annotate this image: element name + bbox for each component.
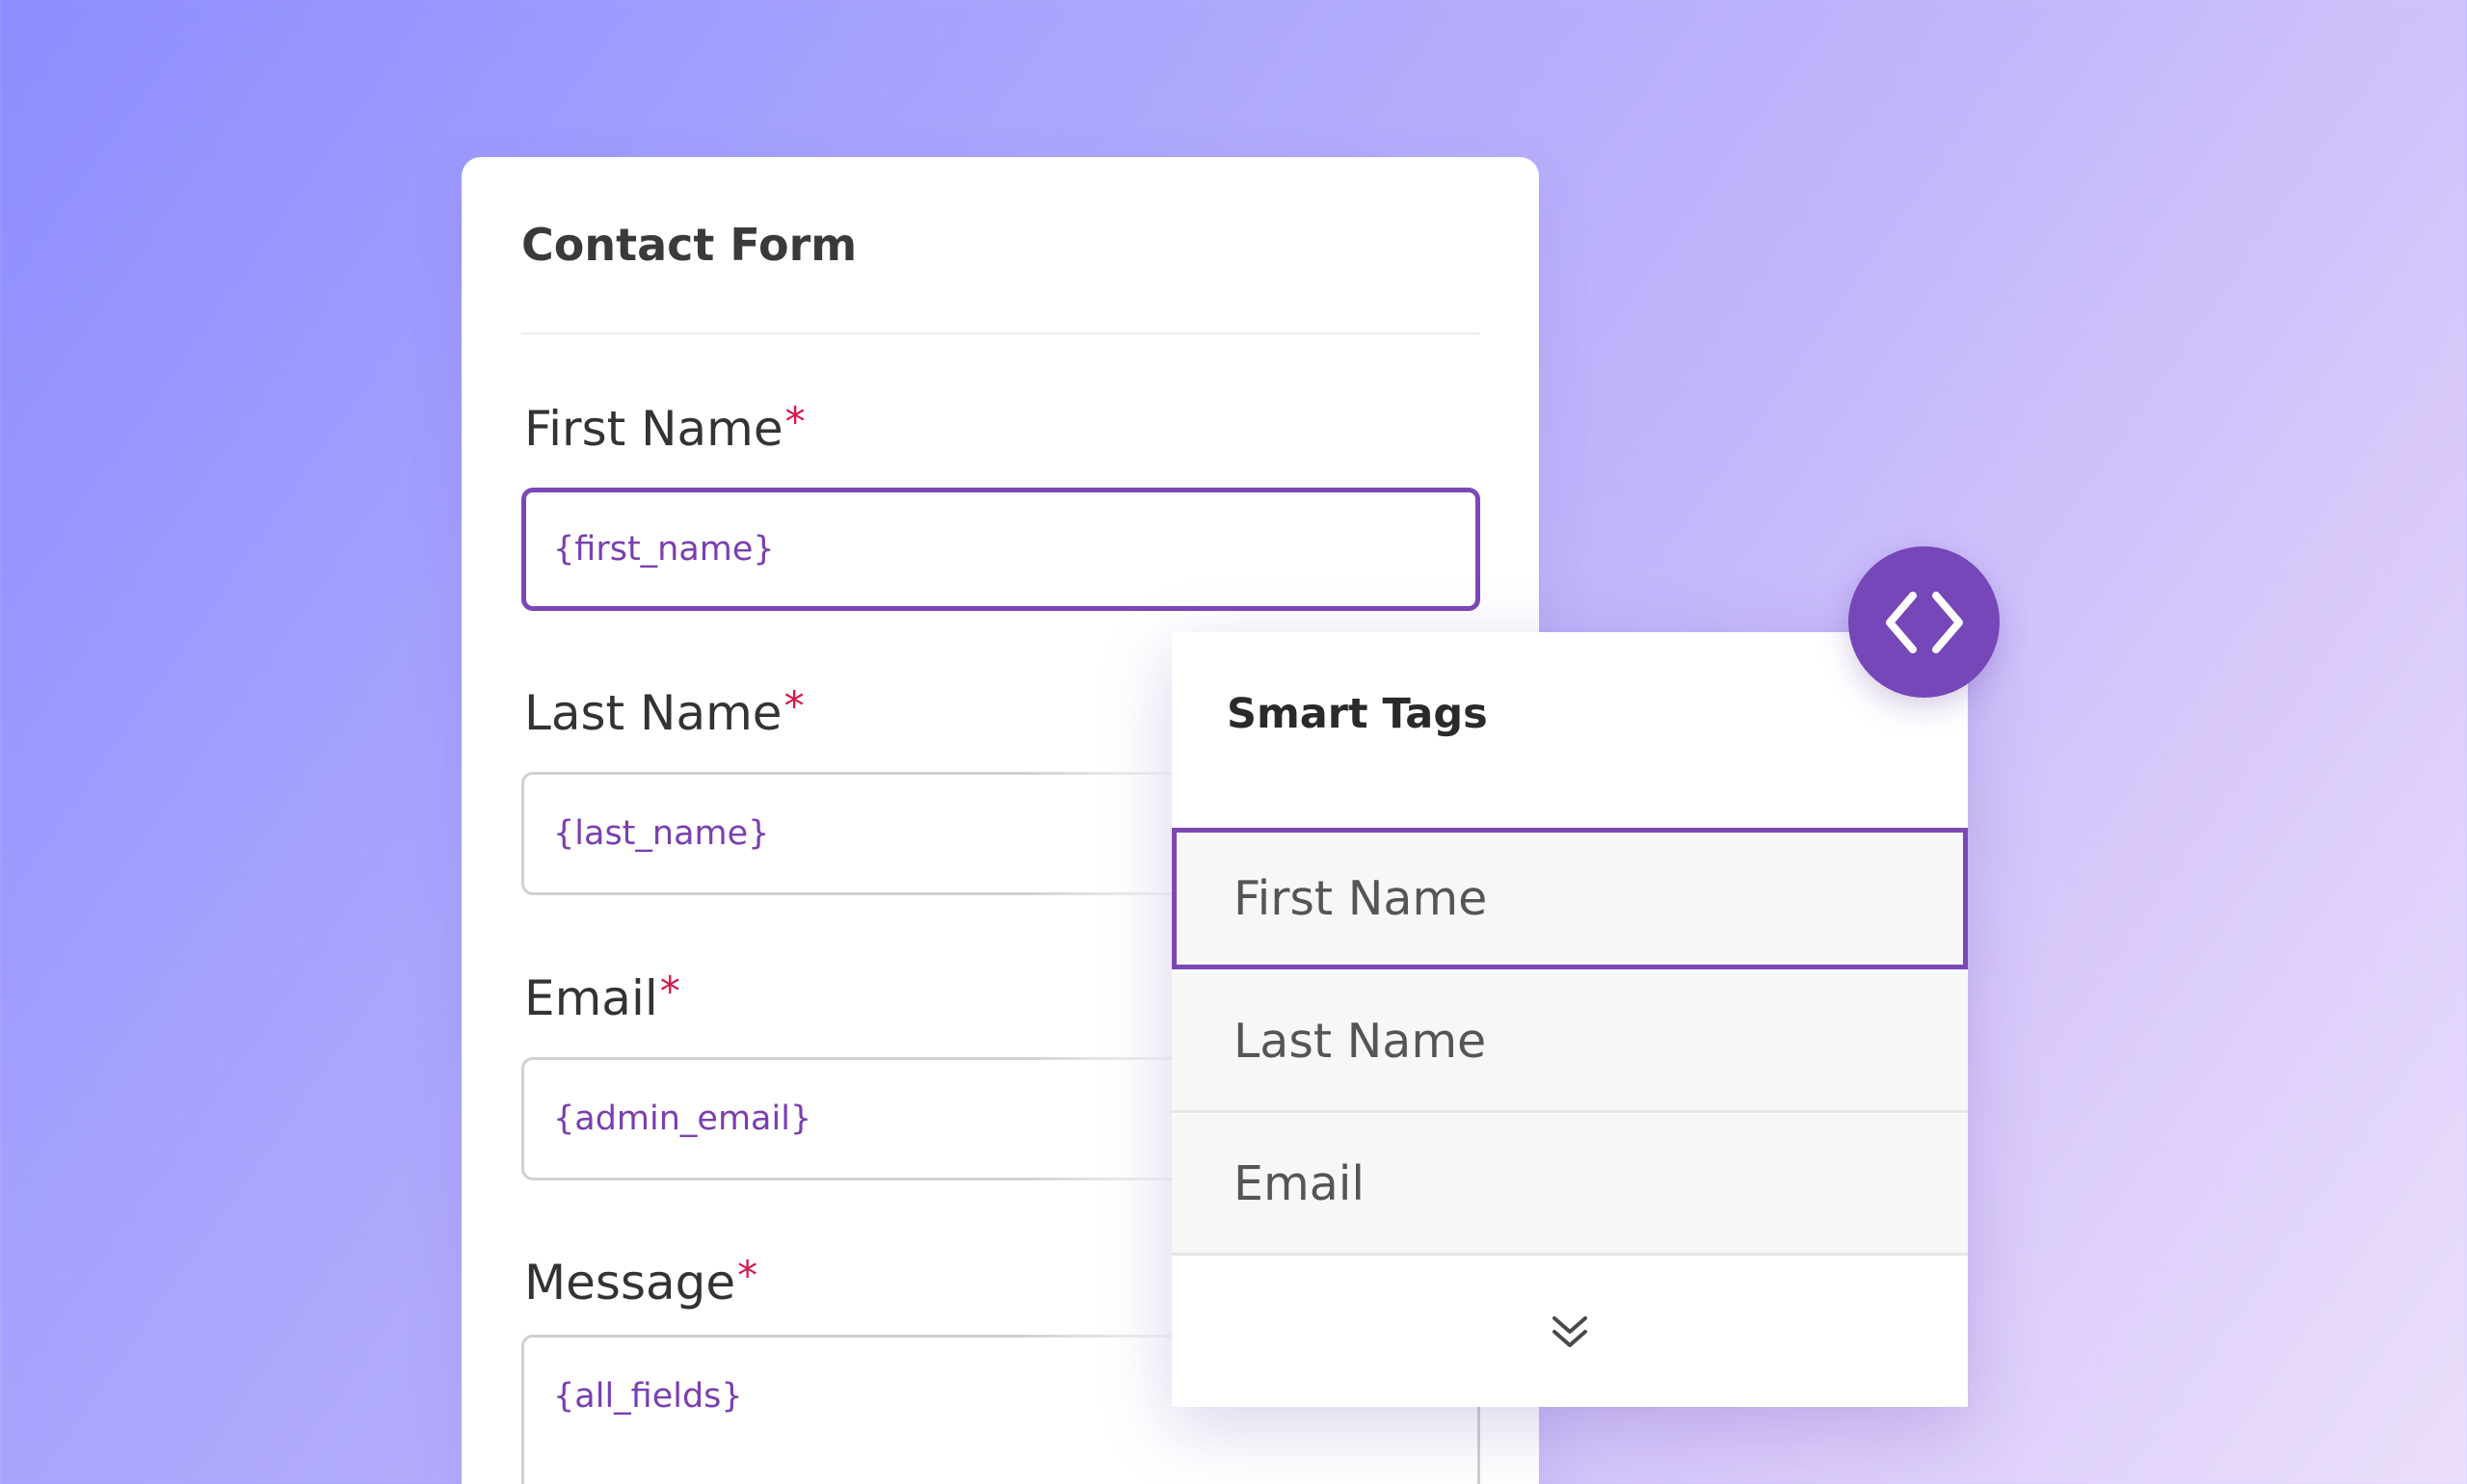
smart-tags-panel: Smart Tags First Name Last Name Email (1172, 632, 1968, 1407)
first-name-label-text: First Name (524, 401, 783, 457)
double-chevron-down-icon (1552, 1316, 1587, 1347)
required-asterisk: * (737, 1252, 758, 1299)
smart-tag-label: Last Name (1234, 1013, 1487, 1069)
smart-tag-label: First Name (1234, 871, 1488, 926)
required-asterisk: * (659, 967, 680, 1015)
message-label-text: Message (524, 1255, 736, 1311)
required-asterisk: * (784, 398, 806, 445)
required-asterisk: * (783, 682, 805, 729)
first-name-input[interactable] (521, 488, 1480, 611)
smart-tag-first-name[interactable]: First Name (1172, 828, 1968, 969)
last-name-label-text: Last Name (524, 685, 783, 741)
code-brackets-icon (1885, 591, 1963, 653)
last-name-label: Last Name* (524, 686, 805, 738)
smart-tag-email[interactable]: Email (1172, 1114, 1968, 1256)
form-divider (521, 332, 1480, 334)
email-label-text: Email (524, 970, 658, 1026)
smart-tags-toggle-button[interactable] (1848, 546, 2000, 698)
show-more-tags-button[interactable] (1172, 1257, 1968, 1407)
form-title: Contact Form (521, 219, 858, 271)
message-label: Message* (524, 1256, 757, 1308)
smart-tags-title: Smart Tags (1227, 690, 1488, 738)
smart-tag-last-name[interactable]: Last Name (1172, 971, 1968, 1113)
email-label: Email* (524, 971, 680, 1023)
smart-tag-label: Email (1234, 1155, 1365, 1211)
first-name-label: First Name* (524, 402, 806, 454)
